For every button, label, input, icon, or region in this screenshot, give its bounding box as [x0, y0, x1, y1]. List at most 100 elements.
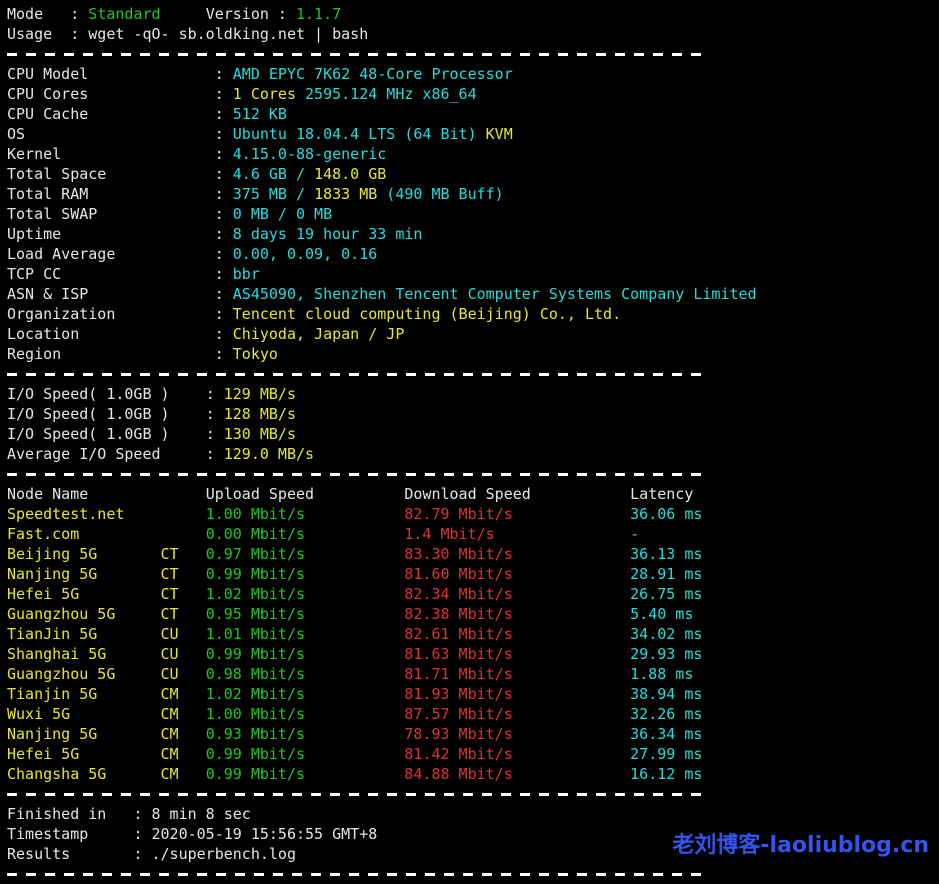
- system-info-label: CPU Cores: [7, 85, 215, 103]
- system-info-separator: :: [215, 285, 233, 303]
- speedtest-download-speed: 1.4 Mbit/s: [404, 525, 630, 543]
- speedtest-isp-tag: CT: [161, 585, 206, 603]
- speedtest-row: Hefei 5G CM 0.99 Mbit/s 81.42 Mbit/s 27.…: [7, 744, 939, 764]
- speedtest-latency: 5.40 ms: [630, 605, 693, 623]
- io-speed-separator: :: [206, 425, 224, 443]
- system-info-row: CPU Model : AMD EPYC 7K62 48-Core Proces…: [7, 64, 939, 84]
- speedtest-latency: 34.02 ms: [630, 625, 702, 643]
- speedtest-node-name: Guangzhou 5G: [7, 605, 161, 623]
- version-label: Version: [206, 5, 269, 23]
- footer-separator: :: [133, 845, 151, 863]
- speedtest-download-speed: 81.71 Mbit/s: [404, 665, 630, 683]
- io-speed-row: Average I/O Speed : 129.0 MB/s: [7, 444, 939, 464]
- system-info-row: Region : Tokyo: [7, 344, 939, 364]
- mode-value: Standard: [88, 5, 160, 23]
- system-info-label: Total Space: [7, 165, 215, 183]
- system-info-value-part: /: [287, 165, 314, 183]
- system-info-separator: :: [215, 225, 233, 243]
- speedtest-upload-speed: 1.01 Mbit/s: [206, 625, 405, 643]
- speedtest-download-speed: 81.63 Mbit/s: [404, 645, 630, 663]
- speedtest-latency: 26.75 ms: [630, 585, 702, 603]
- system-info-row: Kernel : 4.15.0-88-generic: [7, 144, 939, 164]
- speedtest-node-name: Nanjing 5G: [7, 725, 161, 743]
- system-info-row: Total SWAP : 0 MB / 0 MB: [7, 204, 939, 224]
- speedtest-upload-speed: 0.95 Mbit/s: [206, 605, 405, 623]
- speedtest-row: Nanjing 5G CM 0.93 Mbit/s 78.93 Mbit/s 3…: [7, 724, 939, 744]
- speedtest-upload-speed: 0.97 Mbit/s: [206, 545, 405, 563]
- speedtest-download-speed: 78.93 Mbit/s: [404, 725, 630, 743]
- speedtest-node-name: Changsha 5G: [7, 765, 161, 783]
- system-info-value-part: 2595.124 MHz x86_64: [296, 85, 477, 103]
- system-info-value-part: 148.0 GB: [314, 165, 386, 183]
- speedtest-row: Tianjin 5G CM 1.02 Mbit/s 81.93 Mbit/s 3…: [7, 684, 939, 704]
- system-info-block: CPU Model : AMD EPYC 7K62 48-Core Proces…: [7, 64, 939, 364]
- divider-rule-2: [7, 364, 939, 384]
- io-speed-separator: :: [206, 405, 224, 423]
- speedtest-latency: 27.99 ms: [630, 745, 702, 763]
- speedtest-row: Guangzhou 5G CU 0.98 Mbit/s 81.71 Mbit/s…: [7, 664, 939, 684]
- header-usage-line: Usage : wget -qO- sb.oldking.net | bash: [7, 24, 939, 44]
- version-value: 1.1.7: [296, 5, 341, 23]
- system-info-value-part: 375 MB: [233, 185, 287, 203]
- speedtest-node-name: Tianjin 5G: [7, 685, 161, 703]
- speedtest-node-name: Guangzhou 5G: [7, 665, 161, 683]
- speedtest-upload-speed: 0.93 Mbit/s: [206, 725, 405, 743]
- speedtest-column-headers: Node Name Upload Speed Download Speed La…: [7, 484, 939, 504]
- system-info-label: Organization: [7, 305, 215, 323]
- speedtest-latency: 1.88 ms: [630, 665, 693, 683]
- mode-separator: :: [43, 5, 88, 23]
- column-header-upload-speed: Upload Speed: [206, 485, 405, 503]
- system-info-value-part: 1833 MB: [314, 185, 377, 203]
- speedtest-latency: 36.13 ms: [630, 545, 702, 563]
- system-info-value: 512 KB: [233, 105, 287, 123]
- speedtest-isp-tag: CU: [161, 625, 206, 643]
- io-speed-label: Average I/O Speed: [7, 445, 206, 463]
- speedtest-latency: -: [630, 525, 639, 543]
- footer-label: Finished in: [7, 805, 133, 823]
- footer-row: Finished in : 8 min 8 sec: [7, 804, 939, 824]
- speedtest-row: Guangzhou 5G CT 0.95 Mbit/s 82.38 Mbit/s…: [7, 604, 939, 624]
- system-info-row: Total Space : 4.6 GB / 148.0 GB: [7, 164, 939, 184]
- speedtest-download-speed: 81.93 Mbit/s: [404, 685, 630, 703]
- system-info-row: OS : Ubuntu 18.04.4 LTS (64 Bit) KVM: [7, 124, 939, 144]
- speedtest-latency: 38.94 ms: [630, 685, 702, 703]
- system-info-row: CPU Cores : 1 Cores 2595.124 MHz x86_64: [7, 84, 939, 104]
- speedtest-isp-tag: CU: [161, 665, 206, 683]
- speedtest-upload-speed: 0.99 Mbit/s: [206, 765, 405, 783]
- speedtest-node-name: Beijing 5G: [7, 545, 161, 563]
- system-info-separator: :: [215, 65, 233, 83]
- speedtest-latency: 29.93 ms: [630, 645, 702, 663]
- speedtest-upload-speed: 0.99 Mbit/s: [206, 745, 405, 763]
- footer-value: 8 min 8 sec: [152, 805, 251, 823]
- system-info-separator: :: [215, 265, 233, 283]
- io-speed-label: I/O Speed( 1.0GB ): [7, 425, 206, 443]
- io-speed-value: 129 MB/s: [224, 385, 296, 403]
- system-info-value: bbr: [233, 265, 260, 283]
- terminal-output: Mode : Standard Version : 1.1.7 Usage : …: [0, 0, 939, 884]
- system-info-separator: :: [215, 305, 233, 323]
- speedtest-upload-speed: 0.99 Mbit/s: [206, 565, 405, 583]
- system-info-row: Uptime : 8 days 19 hour 33 min: [7, 224, 939, 244]
- io-speed-row: I/O Speed( 1.0GB ) : 130 MB/s: [7, 424, 939, 444]
- header-mode-line: Mode : Standard Version : 1.1.7: [7, 4, 939, 24]
- speedtest-isp-tag: CM: [161, 705, 206, 723]
- system-info-value: Tokyo: [233, 345, 278, 363]
- speedtest-node-name: Fast.com: [7, 525, 161, 543]
- system-info-row: Load Average : 0.00, 0.09, 0.16: [7, 244, 939, 264]
- speedtest-isp-tag: CM: [161, 725, 206, 743]
- speedtest-node-name: Shanghai 5G: [7, 645, 161, 663]
- divider-rule-3: [7, 464, 939, 484]
- speedtest-isp-tag: CM: [161, 685, 206, 703]
- io-speed-value: 129.0 MB/s: [224, 445, 314, 463]
- speedtest-upload-speed: 0.99 Mbit/s: [206, 645, 405, 663]
- speedtest-upload-speed: 1.00 Mbit/s: [206, 705, 405, 723]
- system-info-value-part: KVM: [486, 125, 513, 143]
- speedtest-node-name: Nanjing 5G: [7, 565, 161, 583]
- system-info-row: Location : Chiyoda, Japan / JP: [7, 324, 939, 344]
- usage-separator: :: [52, 25, 88, 43]
- version-separator: :: [269, 5, 296, 23]
- speedtest-node-name: Speedtest.net: [7, 505, 161, 523]
- system-info-row: Total RAM : 375 MB / 1833 MB (490 MB Buf…: [7, 184, 939, 204]
- system-info-label: TCP CC: [7, 265, 215, 283]
- io-speed-separator: :: [206, 445, 224, 463]
